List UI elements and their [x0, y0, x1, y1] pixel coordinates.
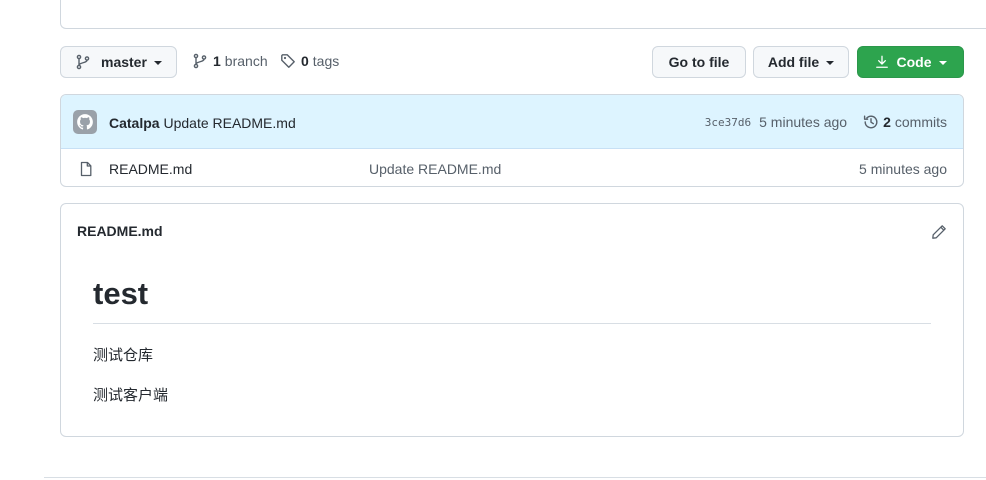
- chevron-down-icon: [826, 61, 835, 65]
- commit-author[interactable]: Catalpa: [109, 115, 160, 131]
- readme-heading: test: [93, 276, 149, 311]
- pencil-icon[interactable]: [931, 224, 947, 240]
- chevron-down-icon: [153, 61, 162, 65]
- tag-count: 0: [301, 53, 309, 69]
- commits-link[interactable]: 2 commits: [863, 114, 947, 130]
- commit-sha[interactable]: 3ce37d6: [705, 116, 751, 129]
- default-avatar-icon: [77, 114, 93, 130]
- footer-divider: [44, 477, 986, 478]
- file-commit-message[interactable]: Update README.md: [369, 161, 501, 177]
- commit-count: 2: [883, 114, 891, 130]
- branches-link[interactable]: 1 branch: [192, 53, 268, 69]
- readme-filename[interactable]: README.md: [77, 223, 163, 239]
- readme-paragraph: 测试客户端: [93, 387, 169, 404]
- latest-commit-row: Catalpa Update README.md 3ce37d6 5 minut…: [61, 95, 963, 149]
- commit-time: 5 minutes ago: [759, 114, 848, 130]
- add-file-button[interactable]: Add file: [753, 46, 849, 78]
- commit-summary: Catalpa Update README.md: [109, 115, 296, 131]
- commit-meta: 3ce37d6 5 minutes ago 2 commits: [705, 114, 947, 130]
- file-commit-time: 5 minutes ago: [859, 161, 947, 177]
- branch-select-button[interactable]: master: [60, 46, 177, 78]
- download-icon: [875, 55, 888, 68]
- git-branch-icon: [193, 53, 207, 69]
- go-to-file-label: Go to file: [668, 54, 730, 70]
- file-listing: Catalpa Update README.md 3ce37d6 5 minut…: [60, 94, 964, 187]
- file-icon: [80, 161, 92, 177]
- commit-message[interactable]: Update README.md: [163, 115, 295, 131]
- tags-link[interactable]: 0 tags: [280, 53, 339, 69]
- history-icon: [863, 115, 878, 129]
- branch-label: branch: [224, 53, 268, 69]
- file-row[interactable]: README.md Update README.md 5 minutes ago: [61, 149, 963, 186]
- add-file-label: Add file: [767, 54, 820, 70]
- branch-name: master: [101, 54, 147, 70]
- readme-box: README.md test 测试仓库 测试客户端: [60, 203, 964, 437]
- code-button[interactable]: Code: [857, 46, 964, 78]
- branch-count: 1: [213, 53, 221, 69]
- git-branch-icon: [76, 54, 90, 70]
- file-name[interactable]: README.md: [109, 161, 192, 177]
- code-label: Code: [896, 54, 932, 70]
- repo-about-box-bottom: [60, 0, 986, 29]
- tag-label: tags: [312, 53, 340, 69]
- avatar[interactable]: [73, 110, 97, 134]
- chevron-down-icon: [938, 61, 947, 65]
- readme-paragraph: 测试仓库: [93, 347, 154, 364]
- tag-icon: [281, 54, 295, 68]
- go-to-file-button[interactable]: Go to file: [652, 46, 746, 78]
- heading-divider: [93, 323, 931, 324]
- commit-label: commits: [894, 114, 947, 130]
